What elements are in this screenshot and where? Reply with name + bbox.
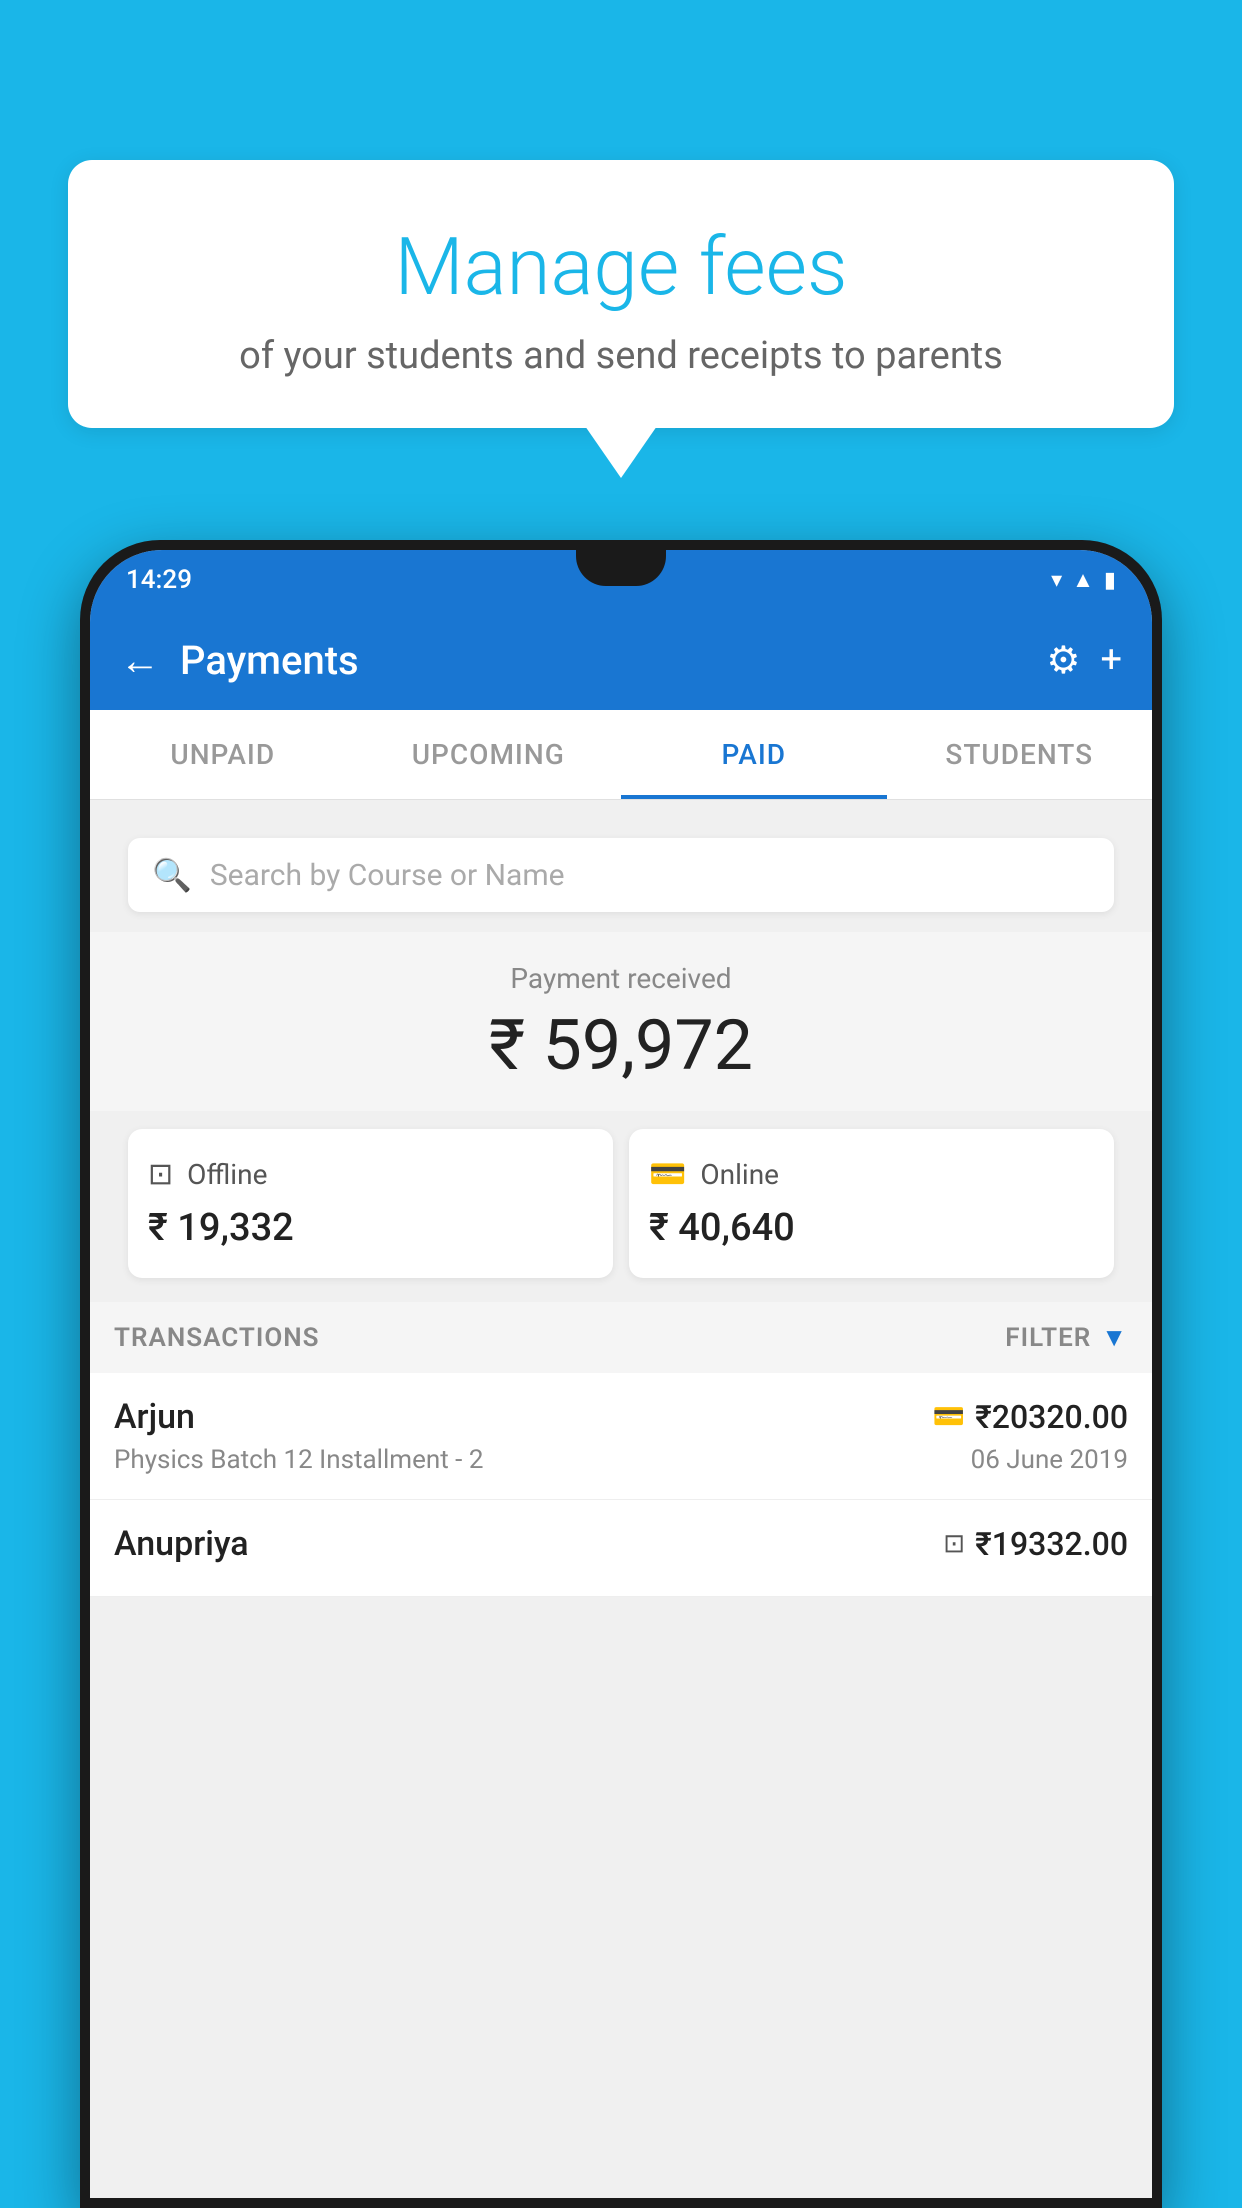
add-icon[interactable]: + <box>1100 638 1122 682</box>
offline-card-header: ⊡ Offline <box>148 1157 593 1192</box>
transaction-amount: ₹20320.00 <box>975 1398 1128 1436</box>
online-card-header: 💳 Online <box>649 1157 1094 1192</box>
tab-unpaid[interactable]: UNPAID <box>90 710 356 799</box>
transaction-amount-wrap: ⊡ ₹19332.00 <box>943 1525 1128 1563</box>
transaction-amount-wrap: 💳 ₹20320.00 <box>933 1398 1128 1436</box>
phone-inner: 14:29 ▾ ▲ ▮ ← Payments ⚙ + UNPAID UPCOMI… <box>90 550 1152 2198</box>
filter-button[interactable]: FILTER ▼ <box>1005 1322 1128 1353</box>
search-icon: 🔍 <box>152 856 192 894</box>
transaction-name: Arjun <box>114 1397 195 1437</box>
payment-received-label: Payment received <box>110 962 1132 995</box>
status-icons: ▾ ▲ ▮ <box>1051 567 1116 593</box>
transaction-row-top: Arjun 💳 ₹20320.00 <box>114 1397 1128 1437</box>
phone-frame: 14:29 ▾ ▲ ▮ ← Payments ⚙ + UNPAID UPCOMI… <box>80 540 1162 2208</box>
table-row[interactable]: Anupriya ⊡ ₹19332.00 <box>90 1500 1152 1597</box>
tab-students[interactable]: STUDENTS <box>887 710 1153 799</box>
online-amount: ₹ 40,640 <box>649 1206 1094 1250</box>
offline-label: Offline <box>187 1158 267 1191</box>
offline-icon: ⊡ <box>148 1157 173 1192</box>
search-placeholder: Search by Course or Name <box>210 858 565 893</box>
payment-cards: ⊡ Offline ₹ 19,332 💳 Online ₹ 40,640 <box>128 1129 1114 1278</box>
filter-icon: ▼ <box>1101 1322 1128 1353</box>
app-bar-actions: ⚙ + <box>1046 638 1122 683</box>
transaction-date: 06 June 2019 <box>971 1445 1128 1475</box>
bubble-subtitle: of your students and send receipts to pa… <box>118 334 1124 378</box>
app-bar: ← Payments ⚙ + <box>90 610 1152 710</box>
online-card: 💳 Online ₹ 40,640 <box>629 1129 1114 1278</box>
online-icon: 💳 <box>649 1157 686 1192</box>
transactions-header: TRANSACTIONS FILTER ▼ <box>90 1302 1152 1373</box>
tab-paid[interactable]: PAID <box>621 710 887 799</box>
offline-card: ⊡ Offline ₹ 19,332 <box>128 1129 613 1278</box>
transactions-label: TRANSACTIONS <box>114 1323 320 1353</box>
transaction-row-bottom: Physics Batch 12 Installment - 2 06 June… <box>114 1445 1128 1475</box>
payment-total-amount: ₹ 59,972 <box>110 1005 1132 1087</box>
filter-label: FILTER <box>1005 1323 1091 1353</box>
tab-upcoming[interactable]: UPCOMING <box>356 710 622 799</box>
transaction-type-icon: ⊡ <box>943 1529 965 1559</box>
transaction-amount: ₹19332.00 <box>975 1525 1128 1563</box>
tabs: UNPAID UPCOMING PAID STUDENTS <box>90 710 1152 800</box>
table-row[interactable]: Arjun 💳 ₹20320.00 Physics Batch 12 Insta… <box>90 1373 1152 1500</box>
transactions-list: Arjun 💳 ₹20320.00 Physics Batch 12 Insta… <box>90 1373 1152 1597</box>
offline-amount: ₹ 19,332 <box>148 1206 593 1250</box>
payment-summary: Payment received ₹ 59,972 <box>90 932 1152 1111</box>
status-bar: 14:29 ▾ ▲ ▮ <box>90 550 1152 610</box>
speech-bubble: Manage fees of your students and send re… <box>68 160 1174 428</box>
transaction-row-top: Anupriya ⊡ ₹19332.00 <box>114 1524 1128 1564</box>
online-label: Online <box>700 1158 779 1191</box>
search-bar[interactable]: 🔍 Search by Course or Name <box>128 838 1114 912</box>
bubble-title: Manage fees <box>118 220 1124 314</box>
settings-icon[interactable]: ⚙ <box>1046 638 1080 683</box>
transaction-name: Anupriya <box>114 1524 249 1564</box>
transaction-course: Physics Batch 12 Installment - 2 <box>114 1445 483 1475</box>
transaction-type-icon: 💳 <box>933 1402 965 1432</box>
app-bar-title: Payments <box>180 637 1026 684</box>
status-time: 14:29 <box>126 565 192 595</box>
signal-icon: ▲ <box>1072 567 1094 593</box>
wifi-icon: ▾ <box>1051 568 1062 593</box>
battery-icon: ▮ <box>1104 568 1116 593</box>
back-button[interactable]: ← <box>120 637 160 684</box>
notch <box>576 550 666 586</box>
